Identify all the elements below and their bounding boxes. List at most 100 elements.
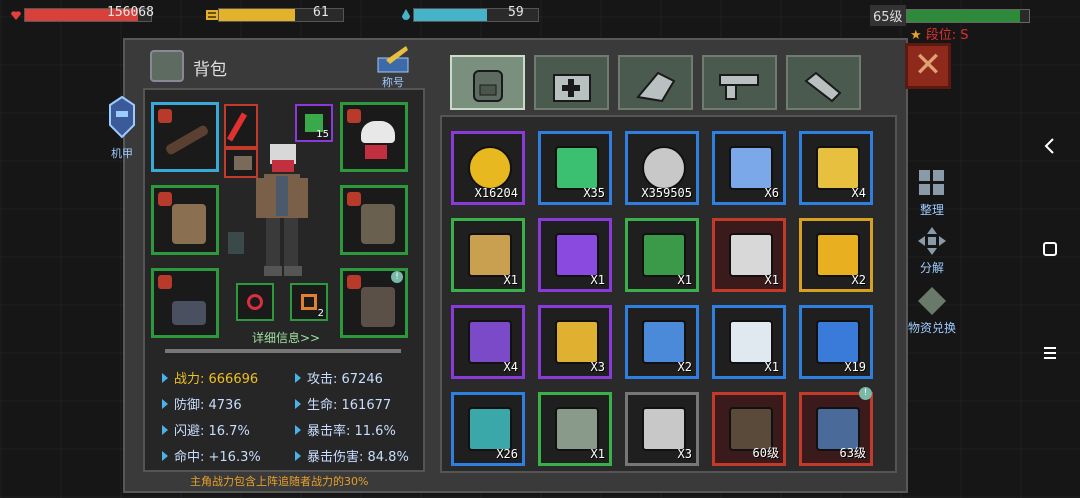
knife-icon	[164, 124, 210, 156]
green-card-icon	[642, 233, 686, 277]
player-character	[256, 144, 308, 276]
inventory-item[interactable]: X3	[625, 392, 699, 466]
rank-bar	[906, 9, 1030, 23]
inventory-item[interactable]: X1	[625, 218, 699, 292]
inventory-item[interactable]: 63级!	[799, 387, 873, 466]
star-icon: ★	[910, 28, 922, 43]
orange-chip-icon	[301, 294, 317, 310]
equip-slot-shoes[interactable]	[151, 268, 219, 338]
equip-slot-chip-1[interactable]	[236, 283, 274, 321]
slot-badge-icon	[347, 275, 361, 289]
stat-power-label: 战力: 666696	[174, 372, 259, 387]
tab-weapons[interactable]	[702, 55, 777, 110]
panel-title: 背包	[193, 60, 227, 80]
divider	[165, 349, 401, 353]
split-label: 分解	[919, 261, 944, 275]
inventory-item[interactable]: X4	[799, 131, 873, 205]
tab-tools[interactable]	[618, 55, 693, 110]
stat-power: 战力: 666696	[162, 368, 258, 387]
rank-label: ★ 段位: S	[910, 24, 969, 43]
inventory-item[interactable]: X35	[538, 131, 612, 205]
item-count: X1	[590, 447, 605, 461]
gold-coin-icon	[468, 146, 512, 190]
equip-slot-pants[interactable]: !	[340, 268, 408, 338]
equip-slot-helmet[interactable]	[340, 102, 408, 172]
item-count: X1	[764, 273, 779, 287]
inventory-item[interactable]: X26	[451, 392, 525, 466]
inventory-item[interactable]: X6	[712, 131, 786, 205]
tab-backpack[interactable]	[450, 55, 525, 110]
inventory-item[interactable]: X4	[451, 305, 525, 379]
stat-arrow-icon	[162, 451, 168, 461]
stat-arrow-icon	[162, 399, 168, 409]
mecha-icon	[109, 95, 135, 139]
item-count: X4	[503, 360, 518, 374]
close-icon: ✕	[913, 45, 943, 85]
chip-badge: 2	[317, 308, 324, 319]
red-box-icon	[729, 233, 773, 277]
close-button[interactable]: ✕	[905, 43, 951, 89]
inventory-item[interactable]: X2	[799, 218, 873, 292]
battery-icon	[206, 10, 218, 20]
tab-parts[interactable]	[786, 55, 861, 110]
silver-coin-icon	[642, 146, 686, 190]
stat-crit-rate-label: 暴击率: 11.6%	[307, 424, 396, 439]
purple-gold-chest-icon	[555, 320, 599, 364]
item-count: 63级	[839, 446, 866, 460]
exchange-label: 物资兑换	[907, 321, 956, 335]
stat-arrow-icon	[162, 373, 168, 383]
slot-badge-icon	[158, 109, 172, 123]
item-count: X6	[764, 186, 779, 200]
item-count: X2	[851, 273, 866, 287]
home-nav-icon[interactable]	[1042, 241, 1058, 257]
inventory-item[interactable]: X1	[538, 218, 612, 292]
energy-bar-fill	[219, 9, 295, 21]
item-count: X1	[590, 273, 605, 287]
slot-badge-icon	[158, 192, 172, 206]
drill-icon	[636, 71, 676, 103]
tab-medical[interactable]	[534, 55, 609, 110]
split-button[interactable]: 分解	[908, 226, 956, 276]
slot-badge-icon	[347, 109, 361, 123]
stat-attack-label: 攻击: 67246	[307, 372, 383, 387]
purple-card-icon	[555, 233, 599, 277]
sort-button[interactable]: 整理	[908, 168, 956, 218]
detail-info-link[interactable]: 详细信息>>	[252, 329, 320, 346]
inventory-item[interactable]: X2	[625, 305, 699, 379]
stat-attack: 攻击: 67246	[295, 368, 383, 387]
mecha-button[interactable]: 机甲	[102, 95, 142, 160]
title-badge-button[interactable]: 称号	[372, 46, 416, 89]
inventory-item[interactable]: X1	[451, 218, 525, 292]
inventory-item[interactable]: 60级	[712, 392, 786, 466]
energy-value: 61	[313, 5, 329, 20]
vest-icon	[172, 204, 206, 244]
item-count: X359505	[641, 186, 692, 200]
equip-slot-weapon[interactable]	[151, 102, 219, 172]
item-count: X16204	[474, 186, 518, 200]
item-count: X3	[677, 447, 692, 461]
blue-crate-icon	[642, 320, 686, 364]
blue-white-chest-icon	[729, 320, 773, 364]
stat-arrow-icon	[295, 451, 301, 461]
equip-slot-gadget[interactable]: 15	[295, 104, 333, 142]
menu-nav-icon[interactable]	[1042, 345, 1058, 361]
purple-chest-icon	[468, 320, 512, 364]
equip-slot-chip-2[interactable]: 2	[290, 283, 328, 321]
stat-hit: 命中: +16.3%	[162, 446, 261, 465]
gray-chest-icon	[642, 407, 686, 451]
exchange-button[interactable]: 物资兑换	[902, 286, 962, 336]
inventory-item[interactable]: X1	[712, 218, 786, 292]
red-ring-icon	[247, 294, 263, 310]
gadget-badge: 15	[316, 129, 329, 140]
back-nav-icon[interactable]	[1042, 137, 1056, 155]
green-chest-icon	[555, 407, 599, 451]
equip-slot-vest[interactable]	[151, 185, 219, 255]
inventory-item[interactable]: X19	[799, 305, 873, 379]
equip-slot-jacket[interactable]	[340, 185, 408, 255]
item-count: X3	[590, 360, 605, 374]
inventory-item[interactable]: X359505	[625, 131, 699, 205]
inventory-item[interactable]: X1	[538, 392, 612, 466]
inventory-item[interactable]: X3	[538, 305, 612, 379]
inventory-item[interactable]: X16204	[451, 131, 525, 205]
inventory-item[interactable]: X1	[712, 305, 786, 379]
